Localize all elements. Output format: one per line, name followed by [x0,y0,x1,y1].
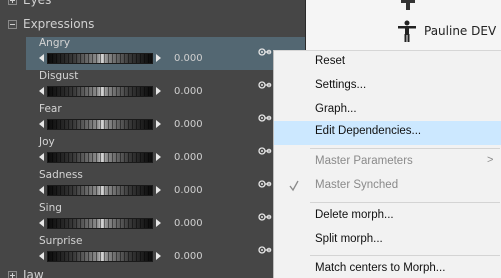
increment-arrow-icon[interactable] [156,120,161,128]
decrement-arrow-icon[interactable] [39,54,44,62]
group-label-eyes: Eyes [23,0,52,7]
morph-slider[interactable] [39,251,161,262]
slider-track[interactable] [47,185,153,196]
link-icon[interactable] [258,212,272,222]
decrement-arrow-icon[interactable] [39,87,44,95]
link-icon[interactable] [258,80,272,90]
increment-arrow-icon[interactable] [156,87,161,95]
menu-item-match-centers[interactable]: Match centers to Morph... [274,258,501,278]
figure-icon [401,0,415,10]
increment-arrow-icon[interactable] [156,153,161,161]
menu-item-label: Settings... [315,79,367,91]
slider-track[interactable] [47,251,153,262]
increment-arrow-icon[interactable] [156,252,161,260]
menu-item-split-morph[interactable]: Split morph... [274,229,501,253]
group-jaw[interactable]: Jaw [0,267,44,278]
collapse-icon[interactable] [8,19,17,29]
slider-track[interactable] [47,218,153,229]
morph-row-joy[interactable]: Joy 0.000 [26,136,305,169]
menu-item-label: Match centers to Morph... [315,262,446,274]
expand-icon[interactable] [8,0,17,5]
menu-item-label: Edit Dependencies... [315,125,422,137]
scene-node-label: Pauline DEV [424,24,497,38]
morph-row-disgust[interactable]: Disgust 0.000 [26,70,305,103]
menu-item-master-parameters[interactable]: Master Parameters > [274,151,501,175]
slider-track[interactable] [47,53,153,64]
link-icon[interactable] [258,179,272,189]
morph-slider[interactable] [39,53,161,64]
morph-value[interactable]: 0.000 [174,184,203,197]
increment-arrow-icon[interactable] [156,219,161,227]
morph-value[interactable]: 0.000 [174,151,203,164]
decrement-arrow-icon[interactable] [39,252,44,260]
menu-item-master-synched[interactable]: Master Synched [274,175,501,199]
morph-slider[interactable] [39,218,161,229]
morph-name: Fear [39,103,62,115]
slider-track[interactable] [47,119,153,130]
morph-name: Angry [39,37,71,49]
morph-slider[interactable] [39,86,161,97]
decrement-arrow-icon[interactable] [39,120,44,128]
menu-item-graph[interactable]: Graph... [274,99,501,123]
link-icon[interactable] [258,113,272,123]
link-icon[interactable] [258,245,272,255]
menu-separator [310,148,500,149]
context-menu: Reset Settings... Graph... Edit Dependen… [273,50,501,278]
figure-icon [398,20,416,42]
group-eyes[interactable]: Eyes [0,0,51,8]
menu-separator [310,202,500,203]
morph-slider[interactable] [39,152,161,163]
menu-item-label: Graph... [315,103,357,115]
parameters-panel: Eyes Expressions Angry 0.000 Disgust 0.0… [0,0,305,278]
menu-item-edit-dependencies[interactable]: Edit Dependencies... [274,121,501,145]
menu-item-label: Delete morph... [315,209,394,221]
menu-item-delete-morph[interactable]: Delete morph... [274,205,501,229]
decrement-arrow-icon[interactable] [39,153,44,161]
link-icon[interactable] [258,146,272,156]
morph-value[interactable]: 0.000 [174,250,203,263]
group-label-expressions: Expressions [23,17,95,31]
morph-value[interactable]: 0.000 [174,118,203,131]
menu-item-reset[interactable]: Reset [274,51,501,75]
morph-name: Sadness [39,169,83,181]
morph-name: Disgust [39,70,79,82]
checkmark-icon [289,180,299,192]
menu-item-label: Master Synched [315,179,399,191]
expand-icon[interactable] [8,270,17,278]
menu-item-label: Master Parameters [315,155,413,167]
morph-row-fear[interactable]: Fear 0.000 [26,103,305,136]
morph-value[interactable]: 0.000 [174,85,203,98]
menu-item-label: Split morph... [315,233,383,245]
morph-slider[interactable] [39,185,161,196]
menu-item-settings[interactable]: Settings... [274,75,501,99]
morph-value[interactable]: 0.000 [174,217,203,230]
morph-name: Surprise [39,235,83,247]
morph-row-angry[interactable]: Angry 0.000 [26,37,305,70]
morph-row-sadness[interactable]: Sadness 0.000 [26,169,305,202]
increment-arrow-icon[interactable] [156,186,161,194]
menu-separator [310,255,500,256]
decrement-arrow-icon[interactable] [39,219,44,227]
morph-row-sing[interactable]: Sing 0.000 [26,202,305,235]
submenu-arrow-icon: > [487,154,494,166]
morph-name: Joy [39,136,55,148]
increment-arrow-icon[interactable] [156,54,161,62]
decrement-arrow-icon[interactable] [39,186,44,194]
slider-track[interactable] [47,152,153,163]
group-label-jaw: Jaw [23,268,44,278]
morph-slider[interactable] [39,119,161,130]
morph-name: Sing [39,202,62,214]
scene-node-figure[interactable]: Pauline DEV [398,20,496,42]
link-icon[interactable] [258,47,272,57]
morph-row-surprise[interactable]: Surprise 0.000 [26,235,305,268]
morph-value[interactable]: 0.000 [174,52,203,65]
group-expressions[interactable]: Expressions [0,16,94,32]
menu-item-label: Reset [315,55,346,67]
slider-track[interactable] [47,86,153,97]
